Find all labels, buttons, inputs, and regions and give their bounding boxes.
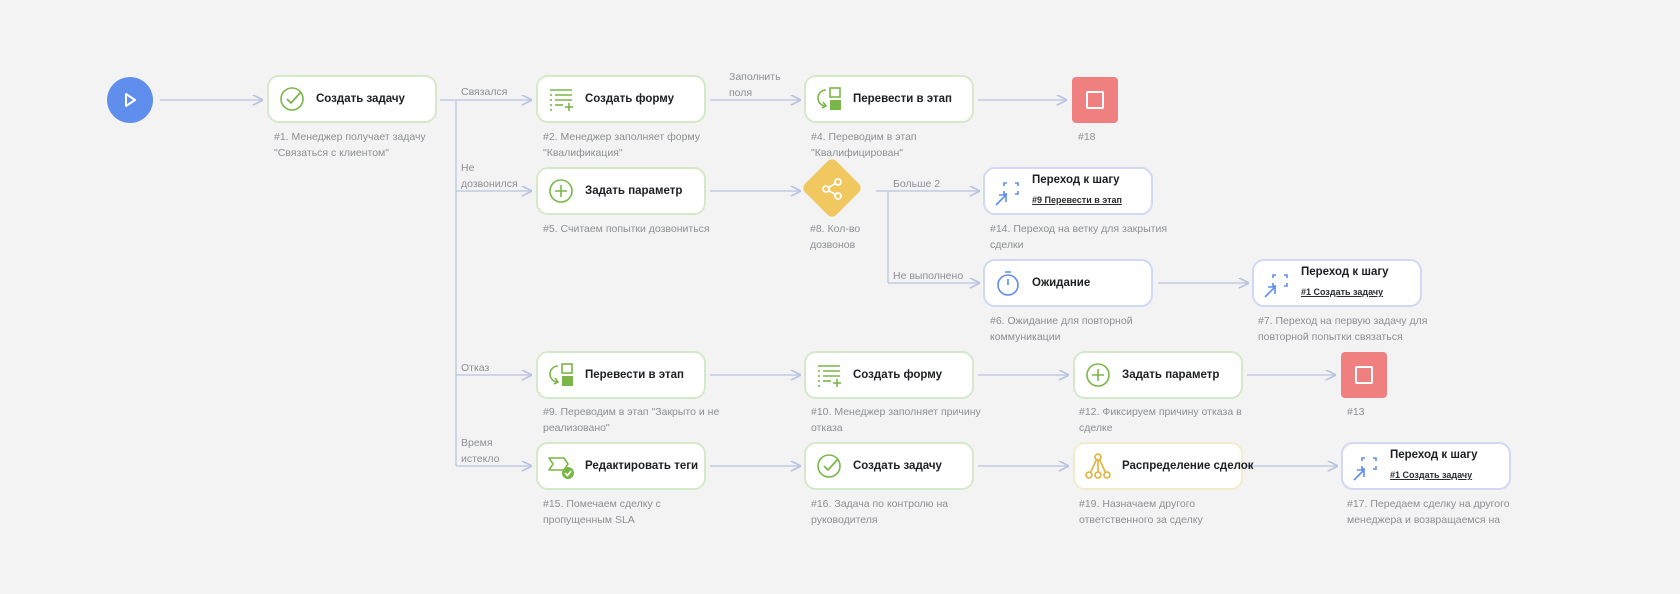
caption-n2: #2. Менеджер заполняет форму "Квалификац…	[543, 131, 701, 159]
stage-move-icon	[547, 361, 575, 389]
node-title: Задать параметр	[1122, 369, 1220, 381]
edge-label-svyazalsya: Связался	[461, 86, 508, 98]
caption-n6: #6. Ожидание для повторной коммуникации	[990, 315, 1133, 343]
caption-n13: #13	[1347, 406, 1365, 418]
caption-n12: #12. Фиксируем причину отказа в сделке	[1079, 406, 1242, 434]
node-edit-tags-15[interactable]: Редактировать теги	[536, 442, 706, 490]
form-list-icon	[815, 361, 843, 389]
node-title: Перевести в этап	[853, 93, 952, 105]
node-title: Создать форму	[853, 369, 943, 381]
node-title: Редактировать теги	[585, 460, 699, 472]
caption-n7: #7. Переход на первую задачу для повторн…	[1258, 315, 1428, 343]
node-move-stage-9[interactable]: Перевести в этап	[536, 351, 706, 399]
check-circle-icon	[278, 85, 306, 113]
caption-n15: #15. Помечаем сделку с пропущенным SLA	[543, 498, 661, 526]
edge-label-otkaz: Отказ	[461, 362, 490, 374]
stop-node-18[interactable]	[1072, 77, 1118, 123]
caption-n19: #19. Назначаем другого ответственного за…	[1079, 498, 1203, 526]
caption-n8: #8. Кол-во дозвонов	[810, 223, 861, 251]
jump-arrow-icon	[1263, 271, 1291, 299]
node-title: Создать задачу	[316, 93, 405, 105]
caption-n14: #14. Переход на ветку для закрытия сделк…	[990, 223, 1168, 251]
stop-node-13[interactable]	[1341, 352, 1387, 398]
node-distribution-19[interactable]: Распределение сделок	[1073, 442, 1254, 490]
edge-label-bolshe-2: Больше 2	[893, 178, 941, 190]
stop-icon	[1355, 366, 1373, 384]
node-create-task-1[interactable]: Создать задачу	[267, 75, 437, 123]
caption-n10: #10. Менеджер заполняет причину отказа	[811, 406, 981, 434]
tag-edit-icon	[547, 452, 575, 480]
caption-n4: #4. Переводим в этап "Квалифицирован"	[811, 131, 917, 159]
node-set-param-12[interactable]: Задать параметр	[1073, 351, 1243, 399]
node-title: Создать задачу	[853, 460, 942, 472]
edge-n8-branch	[876, 190, 889, 283]
edge-label-ne-dozvonilsya: Не дозвонился	[461, 162, 518, 190]
jump-target-link[interactable]: #9 Перевести в этап	[1032, 195, 1122, 205]
edge-label-zapolnit-polya: Заполнить поля	[729, 71, 781, 99]
node-create-task-16[interactable]: Создать задачу	[804, 442, 974, 490]
check-circle-icon	[815, 452, 843, 480]
jump-target-link[interactable]: #1 Создать задачу	[1301, 287, 1389, 297]
caption-n16: #16. Задача по контролю на руководителя	[811, 498, 949, 526]
plus-circle-icon	[547, 177, 575, 205]
play-icon	[125, 93, 136, 107]
plus-circle-icon	[1084, 361, 1112, 389]
form-list-icon	[547, 85, 575, 113]
node-title: Задать параметр	[585, 185, 683, 197]
caption-n1: #1. Менеджер получает задачу "Связаться …	[274, 131, 426, 159]
node-title: Переход к шагу	[1390, 449, 1478, 461]
edge-label-vremya-isteklo: Время истекло	[461, 437, 500, 465]
node-jump-14[interactable]: Переход к шагу #9 Перевести в этап	[983, 167, 1153, 215]
caption-n5: #5. Считаем попытки дозвониться	[543, 223, 710, 235]
node-title: Ожидание	[1032, 277, 1091, 289]
distribution-icon	[1084, 452, 1112, 480]
stop-icon	[1086, 91, 1104, 109]
timer-icon	[994, 269, 1022, 297]
caption-n17: #17. Передаем сделку на другого менеджер…	[1347, 498, 1510, 526]
node-title: Создать форму	[585, 93, 675, 105]
caption-n9: #9. Переводим в этап "Закрыто и не реали…	[543, 406, 720, 434]
node-title: Распределение сделок	[1122, 460, 1254, 472]
edge-label-ne-vypolneno: Не выполнено	[893, 270, 964, 282]
node-title: Переход к шагу	[1032, 174, 1120, 186]
caption-n18: #18	[1078, 131, 1096, 143]
node-wait-6[interactable]: Ожидание	[983, 259, 1153, 307]
stage-move-icon	[815, 85, 843, 113]
node-create-form-10[interactable]: Создать форму	[804, 351, 974, 399]
node-set-param-5[interactable]: Задать параметр	[536, 167, 706, 215]
node-move-stage-4[interactable]: Перевести в этап	[804, 75, 974, 123]
node-jump-7[interactable]: Переход к шагу #1 Создать задачу	[1252, 259, 1422, 307]
node-jump-17[interactable]: Переход к шагу #1 Создать задачу	[1341, 442, 1511, 490]
node-create-form-2[interactable]: Создать форму	[536, 75, 706, 123]
jump-arrow-icon	[1352, 454, 1380, 482]
jump-arrow-icon	[994, 179, 1022, 207]
jump-target-link[interactable]: #1 Создать задачу	[1390, 470, 1478, 480]
node-title: Переход к шагу	[1301, 266, 1389, 278]
share-branch-icon	[818, 176, 846, 202]
start-button[interactable]	[107, 77, 153, 123]
node-title: Перевести в этап	[585, 369, 684, 381]
